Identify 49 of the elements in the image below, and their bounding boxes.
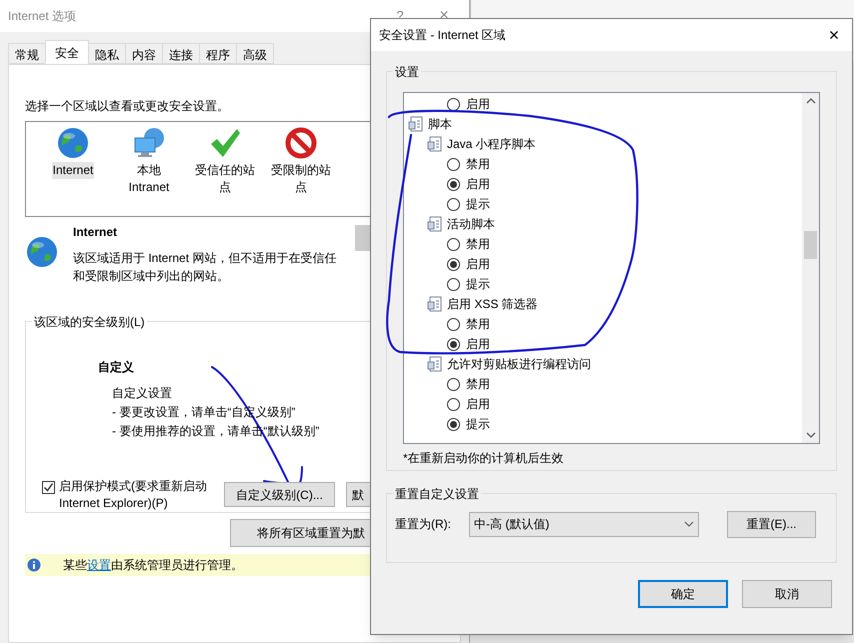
dropdown-value: 中-高 (默认值) bbox=[474, 516, 550, 533]
zone-description: 该区域适用于 Internet 网站，但不适用于在受信任和受限制区域中列出的网站。 bbox=[73, 250, 338, 285]
reset-button[interactable]: 重置(E)... bbox=[727, 510, 816, 538]
option-label: 启用 bbox=[466, 256, 490, 273]
tab[interactable]: 安全 bbox=[45, 40, 89, 64]
cancel-button[interactable]: 取消 bbox=[742, 580, 832, 608]
custom-level-button[interactable]: 自定义级别(C)... bbox=[224, 482, 335, 507]
setting-label: 脚本 bbox=[428, 116, 452, 133]
level-description: 自定义设置 bbox=[112, 385, 173, 402]
zone-item[interactable]: 受信任的站点 bbox=[192, 162, 258, 196]
group-label: 该区域的安全级别(L) bbox=[32, 313, 147, 331]
setting-label: 活动脚本 bbox=[447, 216, 495, 233]
settings-link[interactable]: 设置 bbox=[87, 558, 111, 572]
option-label: 启用 bbox=[466, 96, 490, 113]
tab[interactable]: 程序 bbox=[199, 43, 237, 64]
setting-label: 启用 XSS 筛选器 bbox=[447, 296, 538, 313]
option-label: 禁用 bbox=[466, 236, 490, 253]
option-label: 启用 bbox=[466, 396, 490, 413]
dialog-title: 安全设置 - Internet 区域 bbox=[379, 27, 507, 44]
tab[interactable]: 高级 bbox=[236, 43, 274, 64]
group-label: 重置自定义设置 bbox=[393, 485, 481, 503]
zone-item[interactable]: Internet bbox=[52, 162, 94, 179]
info-text: 某些设置由系统管理员进行管理。 bbox=[63, 557, 243, 574]
close-button[interactable]: × bbox=[824, 22, 844, 48]
option-label: 启用 bbox=[466, 336, 490, 353]
option-label: 禁用 bbox=[466, 156, 490, 173]
setting-label: 允许对剪贴板进行编程访问 bbox=[447, 356, 591, 373]
ok-button[interactable]: 确定 bbox=[638, 580, 728, 608]
tab[interactable]: 隐私 bbox=[88, 43, 126, 64]
option-label: 提示 bbox=[466, 416, 490, 433]
zone-item[interactable]: 本地 Intranet bbox=[116, 162, 182, 196]
tab[interactable]: 内容 bbox=[125, 43, 163, 64]
setting-label: Java 小程序脚本 bbox=[447, 136, 536, 153]
zone-item[interactable]: 受限制的站点 bbox=[268, 162, 334, 196]
zone-prompt: 选择一个区域以查看或更改安全设置。 bbox=[25, 98, 230, 115]
option-label: 禁用 bbox=[466, 316, 490, 333]
option-label: 提示 bbox=[466, 276, 490, 293]
option-label: 提示 bbox=[466, 196, 490, 213]
reset-label: 重置为(R): bbox=[395, 516, 452, 533]
option-label: 启用 bbox=[466, 176, 490, 193]
level-name: 自定义 bbox=[98, 359, 134, 376]
checkbox-label: 启用保护模式(要求重新启动 Internet Explorer)(P) bbox=[59, 478, 208, 512]
zone-title: Internet bbox=[73, 224, 118, 241]
window-title: Internet 选项 bbox=[8, 8, 78, 25]
tab[interactable]: 连接 bbox=[162, 43, 200, 64]
restart-note: *在重新启动你的计算机后生效 bbox=[403, 450, 565, 467]
tab[interactable]: 常规 bbox=[8, 43, 46, 64]
reset-dropdown[interactable]: 中-高 (默认值) bbox=[469, 512, 699, 536]
option-label: 禁用 bbox=[466, 376, 490, 393]
